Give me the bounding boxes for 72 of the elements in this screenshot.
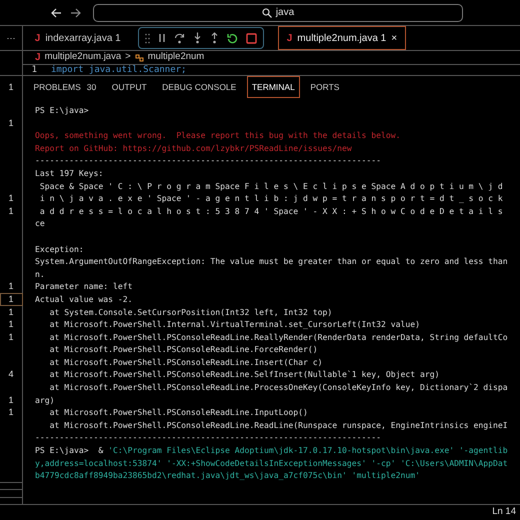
cursor-position[interactable]: Ln 14 — [492, 505, 516, 520]
terminal-line: at Microsoft.PowerShell.PSConsoleReadLine.InputLoop() — [48, 406, 309, 419]
count-label: 1 — [0, 76, 23, 98]
tab-label: multiple2num.java 1 — [297, 32, 386, 46]
terminal-line: Parameter name: left — [34, 280, 134, 293]
count-label: 1 — [0, 292, 23, 306]
terminal-line: at Microsoft.PowerShell.PSConsoleReadLine.ReadLine(Runspace runspace, EngineIntrinsics engineI — [48, 418, 509, 432]
count-label: 1 — [0, 306, 23, 318]
terminal-line: n. — [34, 268, 46, 280]
breadcrumb-item[interactable]: multiple2num — [148, 50, 204, 65]
terminal-line: Actual value was -2. — [34, 292, 134, 306]
search-icon — [262, 8, 272, 18]
count-label: 1 — [0, 394, 23, 406]
terminal-line: Exception: — [34, 242, 85, 256]
panel-tab[interactable]: PROBLEMS 30 — [28, 76, 102, 98]
line-number: 1 — [30, 65, 38, 75]
stop-icon[interactable] — [246, 32, 257, 44]
terminal-line: at Microsoft.PowerShell.PSConsoleReadLine.ProcessOneKey(ConsoleKeyInfo key, Dictionary`2 dispa — [48, 381, 509, 394]
terminal-line: System.ArgumentOutOfRangeException: The value must be greater than or equal to zero and less than — [34, 255, 509, 268]
terminal-line: Oops, something went wrong. Please report this bug with the details below. — [34, 129, 402, 142]
terminal-line: Space & Space ' C : \ P r o g r a m Space F i l e s \ E c l i p s e Space A d o p t i u m \ j d — [38, 180, 504, 192]
panel-tab[interactable]: OUTPUT — [106, 76, 152, 98]
terminal-line: at System.Console.SetCursorPosition(Int32 left, Int32 top) — [48, 306, 334, 318]
terminal-line: ce — [34, 217, 46, 230]
editor-tab[interactable]: J multiple2num.java 1 × — [278, 26, 406, 50]
count-label: 1 — [0, 116, 23, 130]
search-field[interactable]: java — [93, 4, 463, 22]
java-file-icon: J — [35, 50, 41, 65]
back-arrow-icon[interactable] — [51, 8, 62, 18]
step-over-icon[interactable] — [174, 32, 185, 44]
java-file-icon: J — [34, 30, 40, 46]
count-label: 1 — [0, 406, 23, 419]
step-out-icon[interactable] — [210, 32, 219, 44]
terminal-line: at Microsoft.PowerShell.PSConsoleReadLine.ReallyRender(RenderData renderData, String defaultCo — [48, 330, 509, 344]
panel-tab[interactable]: PORTS — [305, 76, 344, 98]
panel-tab[interactable]: TERMINAL — [246, 76, 300, 98]
pause-icon[interactable] — [158, 33, 166, 43]
terminal-line: Report on GitHub: https://github.com/lzybkr/PSReadLine/issues/new — [34, 142, 353, 154]
breadcrumb-item[interactable]: multiple2num.java — [44, 50, 122, 65]
terminal-line: ----------------------------------------------------------------------- — [34, 431, 382, 444]
terminal-line: ----------------------------------------------------------------------- — [34, 154, 382, 167]
java-file-icon: J — [286, 30, 292, 46]
terminal-line: i n \ j a v a . e x e ' Space ' - a g e n t l i b : j d w p = t r a n s p o r t = d t _ s o c k — [38, 192, 504, 205]
close-icon[interactable]: × — [391, 30, 398, 46]
count-label: 1 — [0, 192, 23, 205]
class-symbol-icon — [134, 54, 144, 62]
count-label: 1 — [0, 204, 23, 218]
grip-icon[interactable] — [144, 32, 150, 44]
terminal-line: b4779cdc8aff8949ba23865bd2\redhat.java\jdt_ws\java_a7cf075c\bin' 'multiple2num' — [34, 469, 421, 482]
breadcrumb-separator: > — [125, 50, 131, 64]
terminal-line: a d d r e s s = l o c a l h o s t : 5 3 8 7 4 ' Space ' - X X : + S h o w C o d e D e t a i l s — [38, 204, 504, 218]
count-label: 1 — [0, 318, 23, 331]
terminal-line: PS E:\java> & 'C:\Program Files\Eclipse Adoptium\jdk-17.0.17.10-hotspot\bin\java.exe' '-agentlib — [34, 444, 509, 457]
code-line: import java.util.Scanner; — [51, 65, 186, 75]
restart-icon[interactable] — [226, 32, 238, 44]
terminal-line: at Microsoft.PowerShell.Internal.VirtualTerminal.set_CursorLeft(Int32 value) — [48, 318, 421, 331]
terminal-line: Last 197 Keys: — [34, 166, 104, 180]
tab-label: indexarray.java 1 — [45, 32, 121, 46]
terminal-line: PS E:\java> — [34, 104, 90, 117]
count-label: 1 — [0, 280, 23, 293]
more-actions[interactable]: ··· — [0, 26, 23, 50]
terminal-line: at Microsoft.PowerShell.PSConsoleReadLine.Insert(Char c) — [48, 356, 324, 368]
count-label: 30 — [86, 80, 96, 94]
count-label: 4 — [0, 368, 23, 382]
terminal-line: y,address=localhost:53874' '-XX:+ShowCodeDetailsInExceptionMessages' '-cp' 'C:\Users\ADMIN\AppDat — [34, 456, 509, 470]
terminal-line: arg) — [34, 394, 56, 406]
terminal-line: at Microsoft.PowerShell.PSConsoleReadLine.ForceRender() — [48, 343, 319, 356]
panel-tab[interactable]: DEBUG CONSOLE — [157, 76, 242, 98]
terminal-line: at Microsoft.PowerShell.PSConsoleReadLine.SelfInsert(Nullable`1 key, Object arg) — [48, 368, 440, 382]
step-into-icon[interactable] — [192, 32, 202, 44]
forward-arrow-icon[interactable] — [70, 8, 81, 18]
count-label: 1 — [0, 330, 23, 344]
